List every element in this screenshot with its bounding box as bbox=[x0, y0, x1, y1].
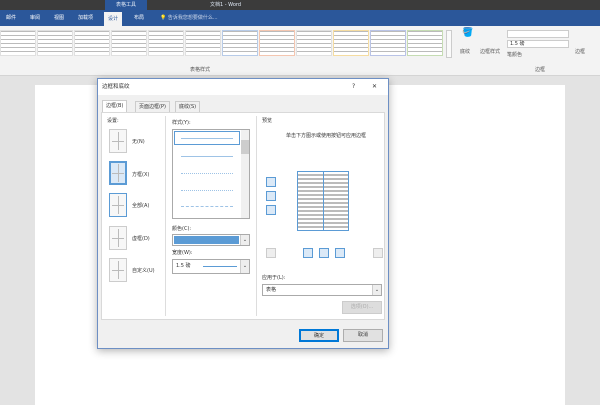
tell-me-text: 告诉我您想要做什么... bbox=[167, 15, 218, 21]
width-line-sample bbox=[203, 266, 237, 267]
width-value: 1.5 磅 bbox=[176, 263, 191, 269]
apply-to-label: 应用于(L): bbox=[262, 275, 286, 281]
table-style[interactable] bbox=[370, 30, 406, 56]
line-style-dotted[interactable] bbox=[181, 190, 233, 191]
group-label-table-styles: 表格样式 bbox=[190, 67, 211, 73]
document-title: 文档1 - Word bbox=[210, 2, 242, 8]
group-label-borders: 边框 bbox=[535, 67, 546, 73]
right-border-button[interactable] bbox=[335, 248, 345, 258]
tell-me-search[interactable]: 💡 告诉我您想要做什么... bbox=[160, 13, 218, 23]
line-style-list[interactable] bbox=[172, 129, 250, 219]
ok-button[interactable]: 确定 bbox=[299, 329, 339, 342]
ribbon-tabs: 邮件 审阅 视图 加载项 设计 布局 💡 告诉我您想要做什么... bbox=[0, 10, 600, 26]
pen-weight-select[interactable]: 1.5 磅 bbox=[507, 40, 569, 48]
chevron-down-icon: ⌄ bbox=[240, 235, 249, 245]
borders-panel: 设置: 无(N) 方框(X) 全部(A) 虚框(D) 自定义(U) 样式(Y):… bbox=[101, 112, 385, 320]
table-style[interactable] bbox=[185, 30, 221, 56]
chevron-down-icon: ⌄ bbox=[372, 285, 381, 295]
line-style-select[interactable] bbox=[507, 30, 569, 38]
table-style[interactable] bbox=[259, 30, 295, 56]
context-tab-table-tools: 表格工具 bbox=[105, 0, 147, 10]
preview-hint: 单击下方图示或使用按钮可应用边框 bbox=[285, 133, 366, 139]
tab-review[interactable]: 审阅 bbox=[30, 13, 40, 23]
setting-box-label: 方框(X) bbox=[132, 172, 150, 178]
color-label: 颜色(C): bbox=[172, 226, 192, 232]
bottom-border-button[interactable] bbox=[266, 205, 276, 215]
width-select[interactable]: 1.5 磅 ⌄ bbox=[172, 259, 250, 274]
setting-custom-label: 自定义(U) bbox=[132, 268, 155, 274]
table-style[interactable] bbox=[0, 30, 36, 56]
table-style[interactable] bbox=[148, 30, 184, 56]
table-style[interactable] bbox=[333, 30, 369, 56]
setting-custom[interactable] bbox=[109, 258, 127, 282]
tab-addins[interactable]: 加载项 bbox=[78, 13, 93, 23]
tab-layout[interactable]: 布局 bbox=[134, 13, 144, 23]
tab-design[interactable]: 设计 bbox=[104, 12, 123, 26]
line-style-dashed[interactable] bbox=[181, 206, 233, 207]
pen-weight-value: 1.5 磅 bbox=[510, 41, 525, 47]
line-style-solid[interactable] bbox=[181, 138, 233, 139]
color-swatch bbox=[174, 236, 239, 244]
apply-to-value: 表格 bbox=[266, 287, 277, 293]
preview-label: 预览 bbox=[262, 118, 273, 124]
ribbon: 表格样式 🪣 底纹 边框样式 1.5 磅 笔颜色 边框 边框 bbox=[0, 26, 600, 76]
apply-to-select[interactable]: 表格 ⌄ bbox=[262, 284, 382, 296]
cancel-button[interactable]: 取消 bbox=[343, 329, 383, 342]
setting-all-label: 全部(A) bbox=[132, 203, 150, 209]
tab-shading[interactable]: 底纹(S) bbox=[175, 101, 201, 112]
setting-box[interactable] bbox=[109, 161, 127, 185]
setting-none-label: 无(N) bbox=[132, 139, 145, 145]
title-bar bbox=[0, 0, 600, 10]
diagonal-down-border-button[interactable] bbox=[373, 248, 383, 258]
style-label: 样式(Y): bbox=[172, 120, 191, 126]
shading-icon: 🪣 bbox=[462, 28, 474, 38]
color-select[interactable]: ⌄ bbox=[172, 234, 250, 246]
divider bbox=[256, 116, 257, 316]
width-label: 宽度(W): bbox=[172, 250, 193, 256]
inside-horizontal-border-button[interactable] bbox=[266, 191, 276, 201]
tab-page-border[interactable]: 页面边框(P) bbox=[135, 101, 170, 112]
table-style[interactable] bbox=[222, 30, 258, 56]
table-style[interactable] bbox=[296, 30, 332, 56]
table-style[interactable] bbox=[37, 30, 73, 56]
borders-button[interactable]: 边框 bbox=[575, 48, 585, 55]
line-style-dotted[interactable] bbox=[181, 173, 233, 174]
help-button[interactable]: ? bbox=[352, 83, 355, 90]
inside-vertical-border-button[interactable] bbox=[319, 248, 329, 258]
styles-scrollbar[interactable] bbox=[446, 30, 452, 58]
shading-button[interactable]: 底纹 bbox=[460, 48, 470, 55]
setting-grid[interactable] bbox=[109, 226, 127, 250]
divider bbox=[165, 116, 166, 316]
tab-view[interactable]: 视图 bbox=[54, 13, 64, 23]
setting-grid-label: 虚框(D) bbox=[132, 236, 150, 242]
setting-all[interactable] bbox=[109, 193, 127, 217]
pen-color-button[interactable]: 笔颜色 bbox=[507, 51, 522, 58]
border-styles-button[interactable]: 边框样式 bbox=[480, 48, 500, 55]
diagonal-up-border-button[interactable] bbox=[266, 248, 276, 258]
close-icon[interactable]: ✕ bbox=[372, 83, 377, 90]
setting-none[interactable] bbox=[109, 129, 127, 153]
border-preview[interactable] bbox=[297, 171, 349, 231]
setting-label: 设置: bbox=[107, 118, 119, 124]
table-style[interactable] bbox=[74, 30, 110, 56]
options-button[interactable]: 选项(O)... bbox=[342, 301, 382, 314]
line-style-solid[interactable] bbox=[181, 156, 233, 157]
dialog-title-text: 边框和底纹 bbox=[102, 84, 130, 90]
table-style[interactable] bbox=[111, 30, 147, 56]
borders-shading-dialog: 边框和底纹 ? ✕ 边框(B) 页面边框(P) 底纹(S) 设置: 无(N) 方… bbox=[97, 78, 389, 349]
top-border-button[interactable] bbox=[266, 177, 276, 187]
chevron-down-icon: ⌄ bbox=[240, 260, 249, 273]
table-style[interactable] bbox=[407, 30, 443, 56]
left-border-button[interactable] bbox=[303, 248, 313, 258]
style-list-scrollbar[interactable] bbox=[241, 130, 249, 218]
dialog-title: 边框和底纹 bbox=[98, 79, 388, 95]
tab-mailings[interactable]: 邮件 bbox=[6, 13, 16, 23]
